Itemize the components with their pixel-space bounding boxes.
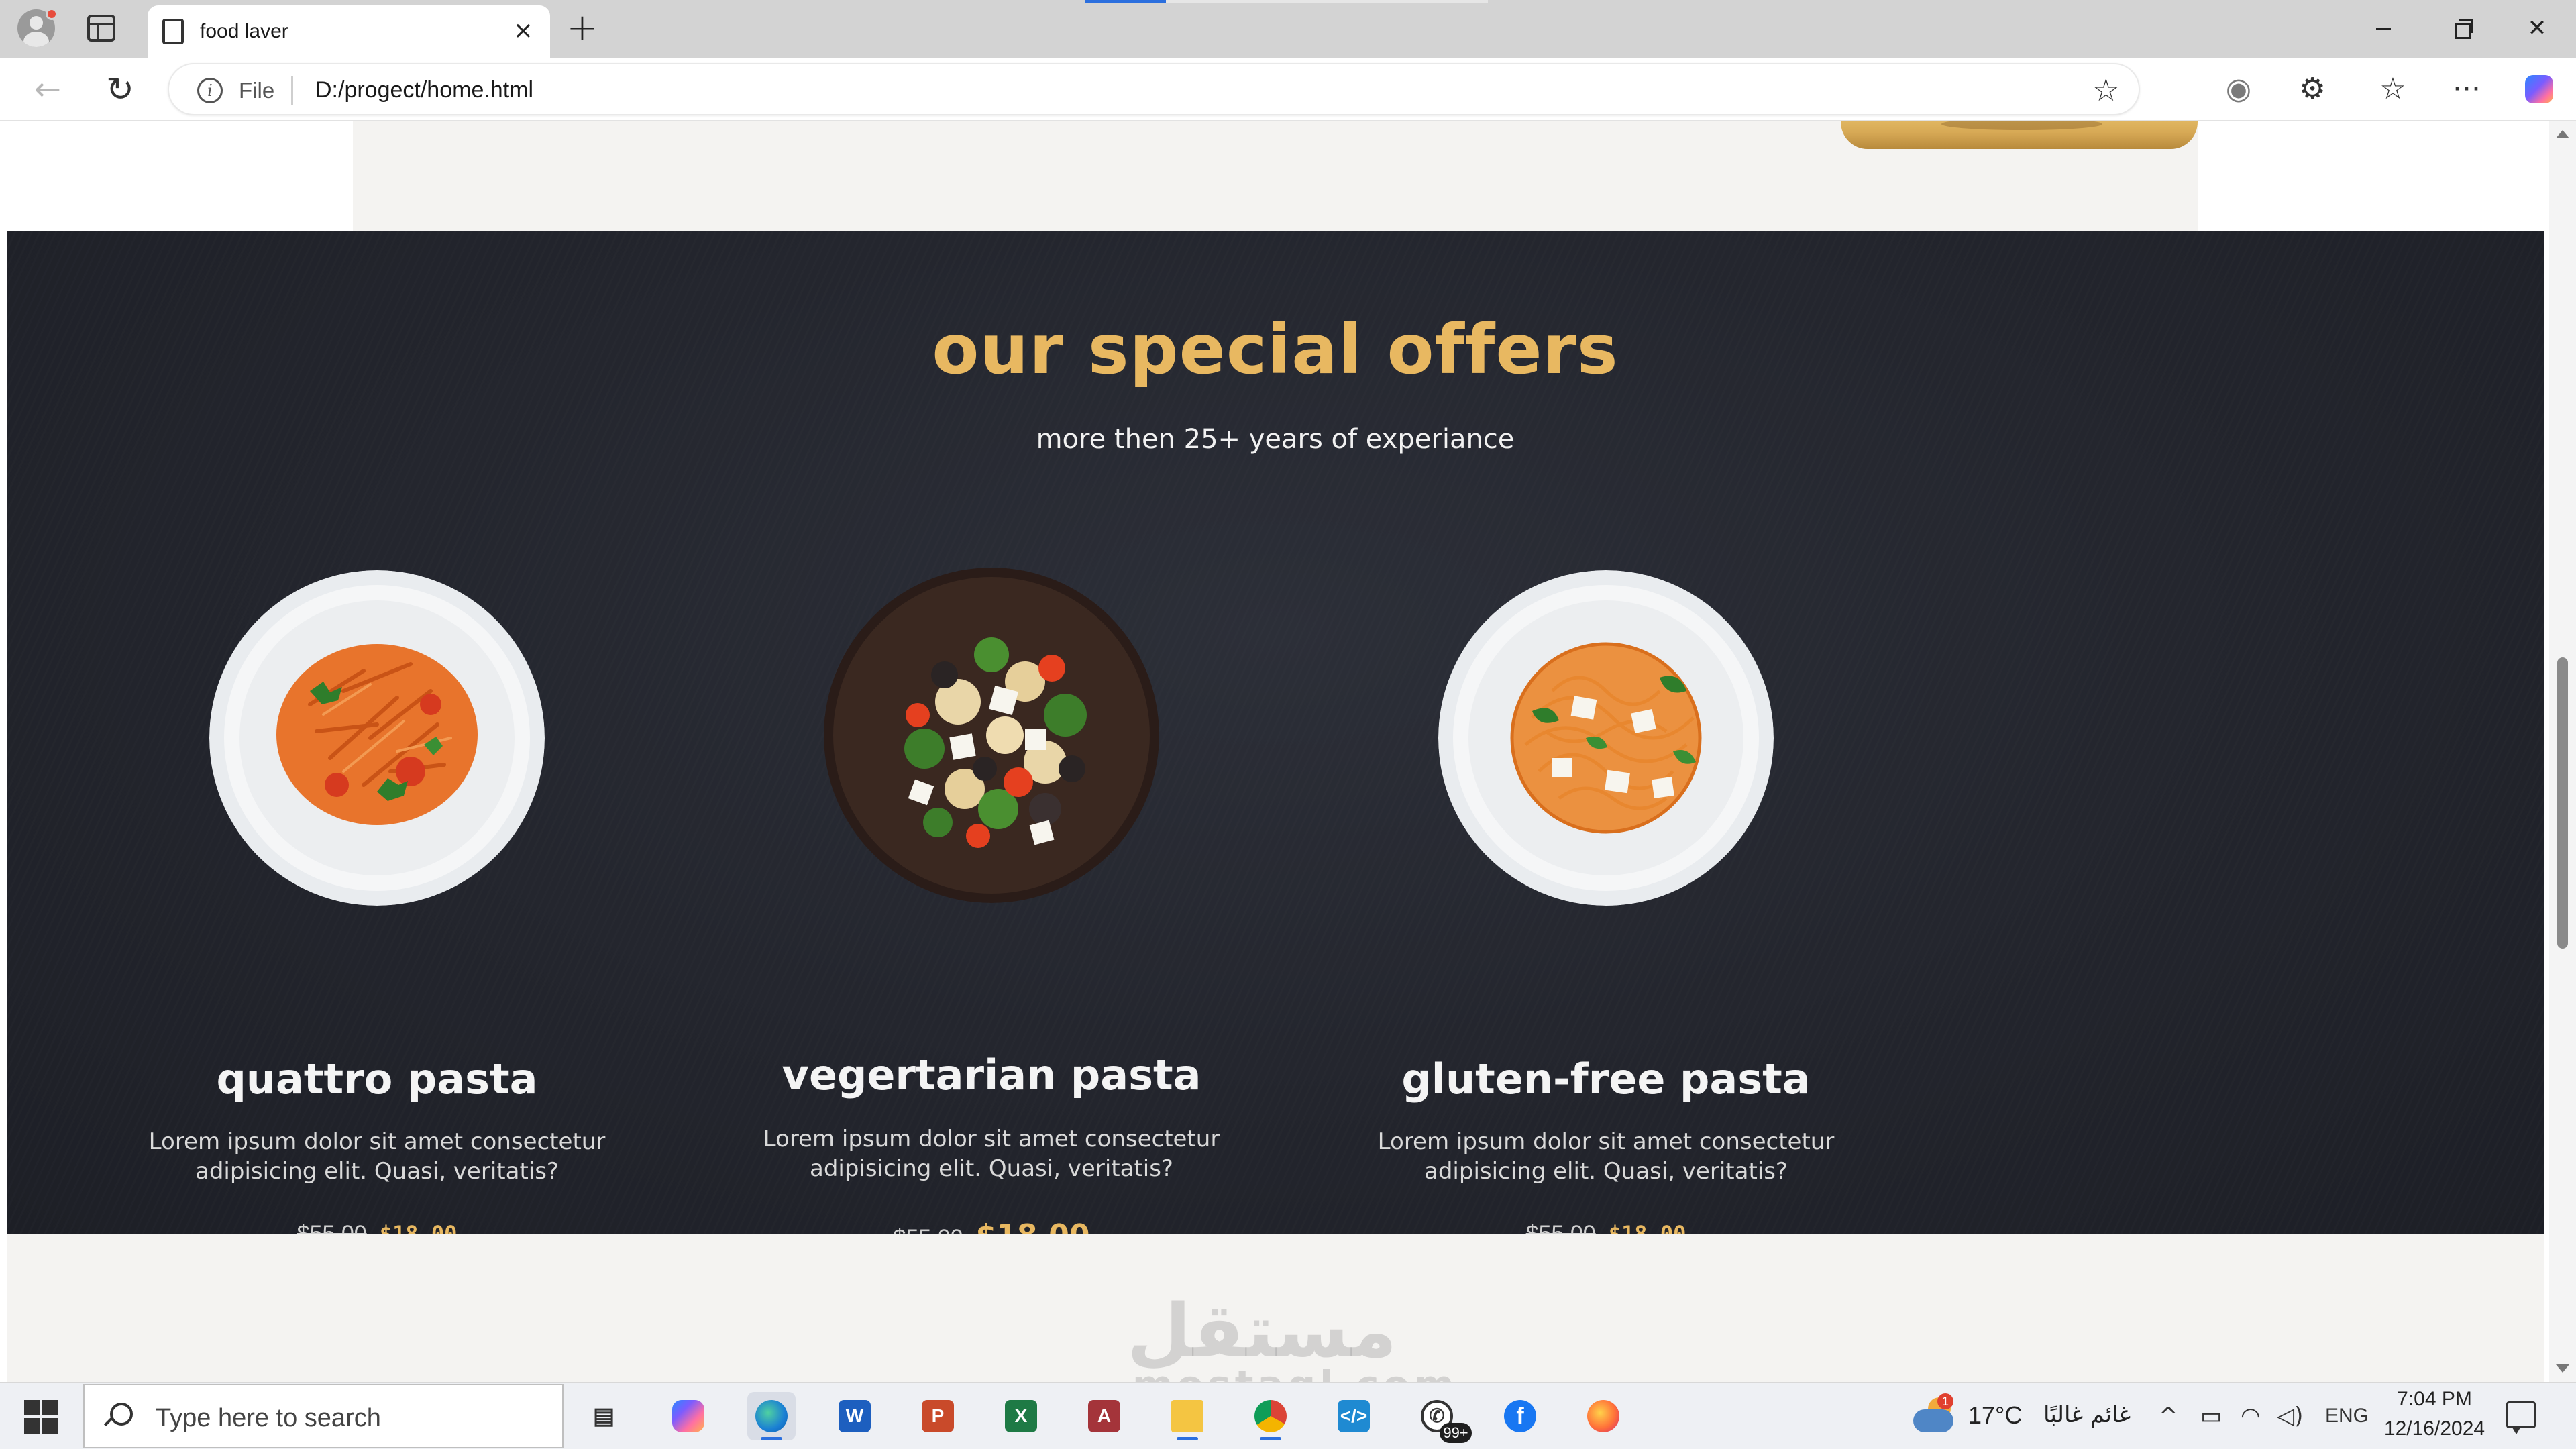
restore-window-button[interactable]	[2440, 9, 2481, 47]
file-explorer-icon[interactable]	[1163, 1392, 1212, 1440]
input-language[interactable]: ENG	[2325, 1400, 2369, 1432]
excel-icon[interactable]: X	[997, 1392, 1045, 1440]
favorites-icon[interactable]: ☆	[2373, 70, 2412, 109]
tab-title: food laver	[200, 20, 288, 42]
whatsapp-badge: 99+	[1440, 1423, 1472, 1443]
translate-globe-icon[interactable]: ◉	[2219, 70, 2258, 109]
tab-home[interactable]: food laver ×	[148, 5, 550, 58]
word-icon[interactable]: W	[830, 1392, 879, 1440]
spaghetti-plate-image	[1438, 570, 1774, 906]
minimize-window-button[interactable]	[2363, 9, 2403, 47]
penne-plate-image	[209, 570, 545, 906]
show-hidden-icons-chevron-icon[interactable]: ^	[2159, 1400, 2178, 1432]
tab-actions-menu-icon[interactable]	[87, 15, 115, 42]
card-description: Lorem ipsum dolor sit amet consectetur a…	[1377, 1128, 1835, 1185]
facebook-icon[interactable]: f	[1496, 1392, 1544, 1440]
omnibox-divider	[291, 76, 293, 105]
card-title: vegertarian pasta	[782, 1051, 1201, 1099]
clock-time[interactable]: 7:04 PM	[2394, 1388, 2475, 1411]
windows-start-icon[interactable]	[24, 1400, 58, 1434]
back-icon[interactable]: ←	[28, 70, 67, 109]
more-options-icon[interactable]: ···	[2447, 70, 2486, 109]
copilot-icon[interactable]	[2520, 70, 2559, 109]
offer-card-quattro: quattro pasta Lorem ipsum dolor sit amet…	[89, 231, 665, 1246]
scroll-up-arrow-icon[interactable]	[2556, 130, 2569, 138]
chrome-icon[interactable]	[1246, 1392, 1295, 1440]
windows-taskbar: Type here to search ▤ W P X A </> ✆ 99+ …	[0, 1382, 2576, 1449]
page-icon	[162, 19, 184, 44]
favorite-star-icon[interactable]: ☆	[2092, 74, 2120, 106]
address-bar[interactable]: i File D:/progect/home.html ☆	[168, 63, 2140, 115]
search-icon	[103, 1403, 133, 1430]
new-tab-button[interactable]: +	[564, 9, 601, 47]
reload-icon[interactable]: ↻	[101, 70, 140, 109]
card-title: quattro pasta	[216, 1055, 538, 1104]
pasta-salad-bowl-image	[824, 568, 1159, 903]
browser-tab-strip: food laver × + ✕	[0, 0, 2576, 58]
battery-icon[interactable]: ▭	[2200, 1400, 2222, 1432]
weather-icon[interactable]: 1	[1911, 1393, 1956, 1435]
watermark-domain: mostaql.com	[1132, 1362, 1458, 1382]
offer-card-vegetarian: vegertarian pasta Lorem ipsum dolor sit …	[703, 231, 1280, 1252]
watermark-logo: مستقل	[1127, 1288, 1397, 1374]
loading-track	[1166, 0, 1488, 3]
firefox-icon[interactable]	[1579, 1392, 1627, 1440]
offer-card-gluten-free: gluten-free pasta Lorem ipsum dolor sit …	[1318, 231, 1894, 1246]
powerpoint-icon[interactable]: P	[914, 1392, 962, 1440]
weather-badge: 1	[1937, 1393, 1953, 1409]
site-info-icon[interactable]: i	[197, 78, 223, 103]
vscode-icon[interactable]: </>	[1330, 1392, 1378, 1440]
volume-icon[interactable]: ◁)	[2277, 1400, 2303, 1432]
vertical-scrollbar[interactable]	[2549, 121, 2576, 1382]
search-placeholder: Type here to search	[156, 1404, 381, 1432]
weather-temperature[interactable]: 17°C	[1968, 1401, 2022, 1430]
extensions-icon[interactable]: ⚙	[2293, 70, 2332, 109]
previous-section-left	[7, 121, 353, 231]
card-description: Lorem ipsum dolor sit amet consectetur a…	[148, 1128, 606, 1185]
task-view-icon[interactable]: ▤	[580, 1392, 628, 1440]
copilot-taskbar-icon[interactable]	[664, 1392, 712, 1440]
file-scheme-label: File	[239, 78, 275, 103]
scroll-thumb[interactable]	[2557, 657, 2568, 949]
access-icon[interactable]: A	[1080, 1392, 1128, 1440]
tab-close-icon[interactable]: ×	[508, 16, 538, 46]
url-text[interactable]: D:/progect/home.html	[315, 77, 533, 103]
weather-description[interactable]: غائم غالبًا	[2043, 1401, 2131, 1428]
clock-date[interactable]: 12/16/2024	[2379, 1417, 2490, 1440]
profile-notification-dot	[46, 8, 58, 20]
edge-icon[interactable]	[747, 1392, 796, 1440]
address-toolbar: ← ↻ i File D:/progect/home.html ☆ ◉ ⚙ ☆ …	[0, 58, 2576, 121]
whatsapp-icon[interactable]: ✆ 99+	[1413, 1392, 1472, 1443]
bread-image	[1841, 121, 2198, 149]
taskbar-search-input[interactable]: Type here to search	[83, 1384, 564, 1448]
special-offers-section: our special offers more then 25+ years o…	[7, 231, 2544, 1252]
scroll-down-arrow-icon[interactable]	[2556, 1364, 2569, 1373]
wifi-icon[interactable]: ◠	[2241, 1400, 2261, 1432]
card-description: Lorem ipsum dolor sit amet consectetur a…	[763, 1126, 1220, 1182]
loading-indicator	[1085, 0, 1166, 3]
close-window-button[interactable]: ✕	[2517, 9, 2557, 47]
notifications-icon[interactable]	[2506, 1401, 2536, 1434]
card-title: gluten-free pasta	[1401, 1055, 1811, 1104]
page-viewport: our special offers more then 25+ years o…	[0, 121, 2549, 1382]
